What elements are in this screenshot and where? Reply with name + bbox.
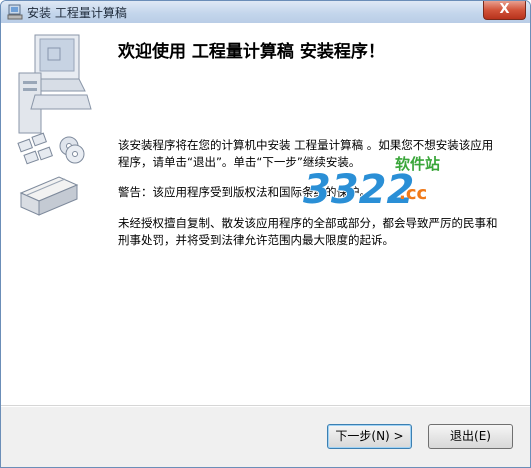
- installer-app-icon: [7, 4, 23, 20]
- title-bar: 安装 工程量计算稿 X: [1, 1, 530, 23]
- window-title: 安装 工程量计算稿: [27, 6, 127, 20]
- installer-window: 安装 工程量计算稿 X 欢迎使用 工程量计算稿 安装程序！ 该安装程序将在您的计…: [0, 0, 531, 468]
- close-button[interactable]: X: [483, 1, 526, 20]
- site-watermark-logo: 3322 .cc 软件站: [303, 155, 440, 214]
- next-button[interactable]: 下一步(N) >: [327, 424, 412, 449]
- svg-text:软件站: 软件站: [395, 155, 440, 173]
- computer-install-illustration: [17, 34, 92, 216]
- exit-button[interactable]: 退出(E): [428, 424, 513, 449]
- close-icon: X: [499, 2, 510, 17]
- welcome-panel: 欢迎使用 工程量计算稿 安装程序！ 该安装程序将在您的计算机中安装 工程量计算稿…: [1, 23, 530, 405]
- svg-text:.cc: .cc: [399, 183, 427, 204]
- button-bar: 下一步(N) > 退出(E): [1, 405, 530, 467]
- page-title: 欢迎使用 工程量计算稿 安装程序！: [118, 42, 385, 62]
- divider: [1, 406, 530, 407]
- svg-text:3322: 3322: [303, 167, 414, 213]
